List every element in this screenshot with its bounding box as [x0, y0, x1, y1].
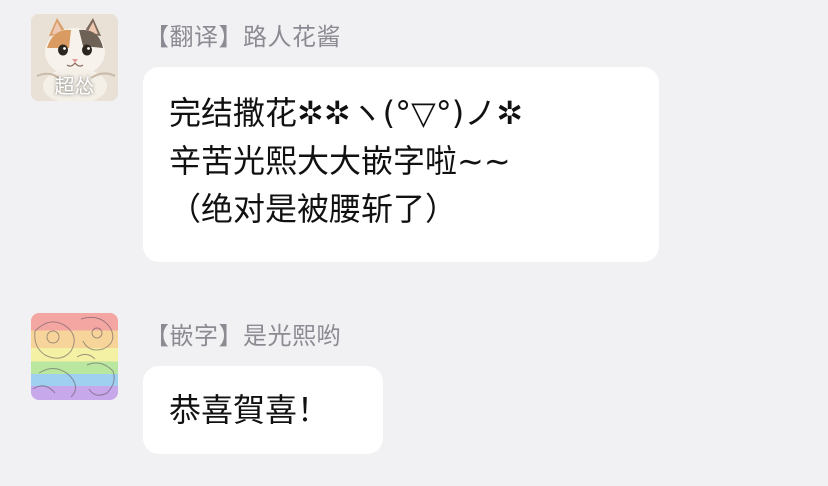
message-bubble[interactable]: 完结撒花✲✲ヽ(°▽°)ノ✲ 辛苦光熙大大嵌字啦~~ （绝对是被腰斩了）: [143, 67, 659, 262]
message-line: 恭喜賀喜！: [169, 391, 330, 429]
rainbow-line-art-icon: [32, 316, 115, 398]
message-line: 完结撒花✲✲ヽ(°▽°)ノ✲: [169, 94, 524, 132]
avatar-caption: 超怂: [54, 74, 95, 98]
avatar[interactable]: [31, 313, 118, 400]
message-line: 辛苦光熙大大嵌字啦~~: [169, 142, 511, 180]
sender-name[interactable]: 【翻译】路人花酱: [145, 17, 341, 52]
message-line: （绝对是被腰斩了）: [169, 190, 458, 228]
message-bubble[interactable]: 恭喜賀喜！: [143, 366, 383, 454]
avatar[interactable]: 超怂: [31, 14, 118, 101]
chat-area: 超怂 【翻译】路人花酱 完结撒花✲✲ヽ(°▽°)ノ✲ 辛苦光熙大大嵌字啦~~ （…: [0, 0, 828, 486]
sender-name[interactable]: 【嵌字】是光熙哟: [145, 316, 341, 351]
